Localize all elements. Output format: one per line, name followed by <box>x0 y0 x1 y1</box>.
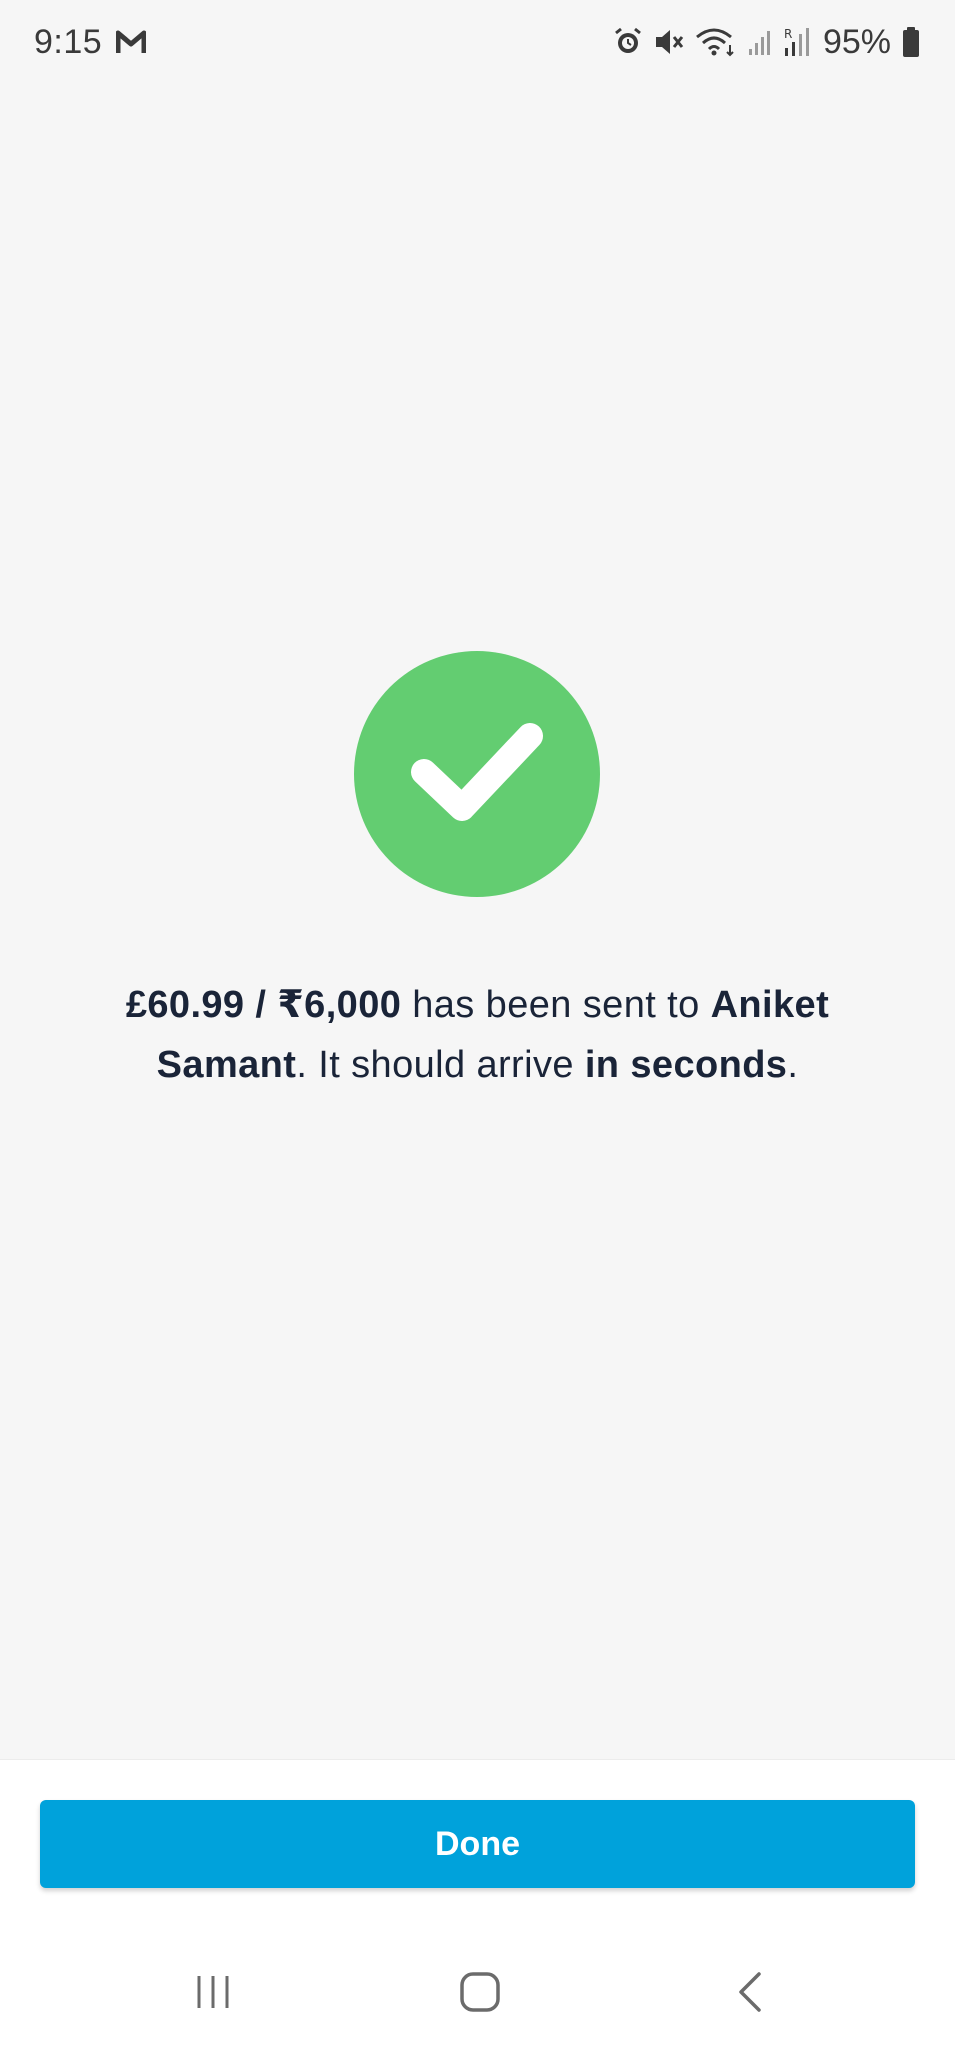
done-button[interactable]: Done <box>40 1800 915 1888</box>
status-left: 9:15 <box>34 22 147 62</box>
confirmation-message: £60.99 / ₹6,000 has been sent to Aniket S… <box>70 975 885 1095</box>
check-icon <box>411 723 543 821</box>
message-end: . <box>787 1044 799 1086</box>
mute-icon <box>653 27 685 57</box>
status-time: 9:15 <box>34 22 103 61</box>
roaming-signal-icon: R <box>783 26 813 58</box>
recipient-first-name: Aniket <box>710 984 830 1026</box>
status-right: R 95% <box>613 23 921 62</box>
battery-icon <box>901 26 921 58</box>
sent-text: has been sent to <box>401 984 711 1026</box>
wifi-icon <box>695 27 737 57</box>
arrive-text: . It should arrive <box>296 1044 585 1086</box>
gmail-m-icon <box>116 29 147 55</box>
home-icon[interactable] <box>450 1966 510 2018</box>
alarm-icon <box>613 27 643 57</box>
transfer-amount: £60.99 / ₹6,000 <box>125 984 402 1026</box>
svg-text:R: R <box>784 27 792 41</box>
recent-apps-icon[interactable] <box>183 1966 243 2018</box>
signal-icon <box>747 27 773 57</box>
battery-percent: 95% <box>822 22 891 61</box>
recipient-last-name: Samant <box>156 1044 297 1086</box>
success-check-icon <box>354 651 600 897</box>
status-bar: 9:15 R 95% <box>0 0 955 84</box>
back-icon[interactable] <box>720 1966 780 2018</box>
transfer-success-screen: 9:15 R 95% £60.99 / ₹6,000 has been sent… <box>0 0 955 2048</box>
arrival-timing: in seconds <box>584 1044 788 1086</box>
